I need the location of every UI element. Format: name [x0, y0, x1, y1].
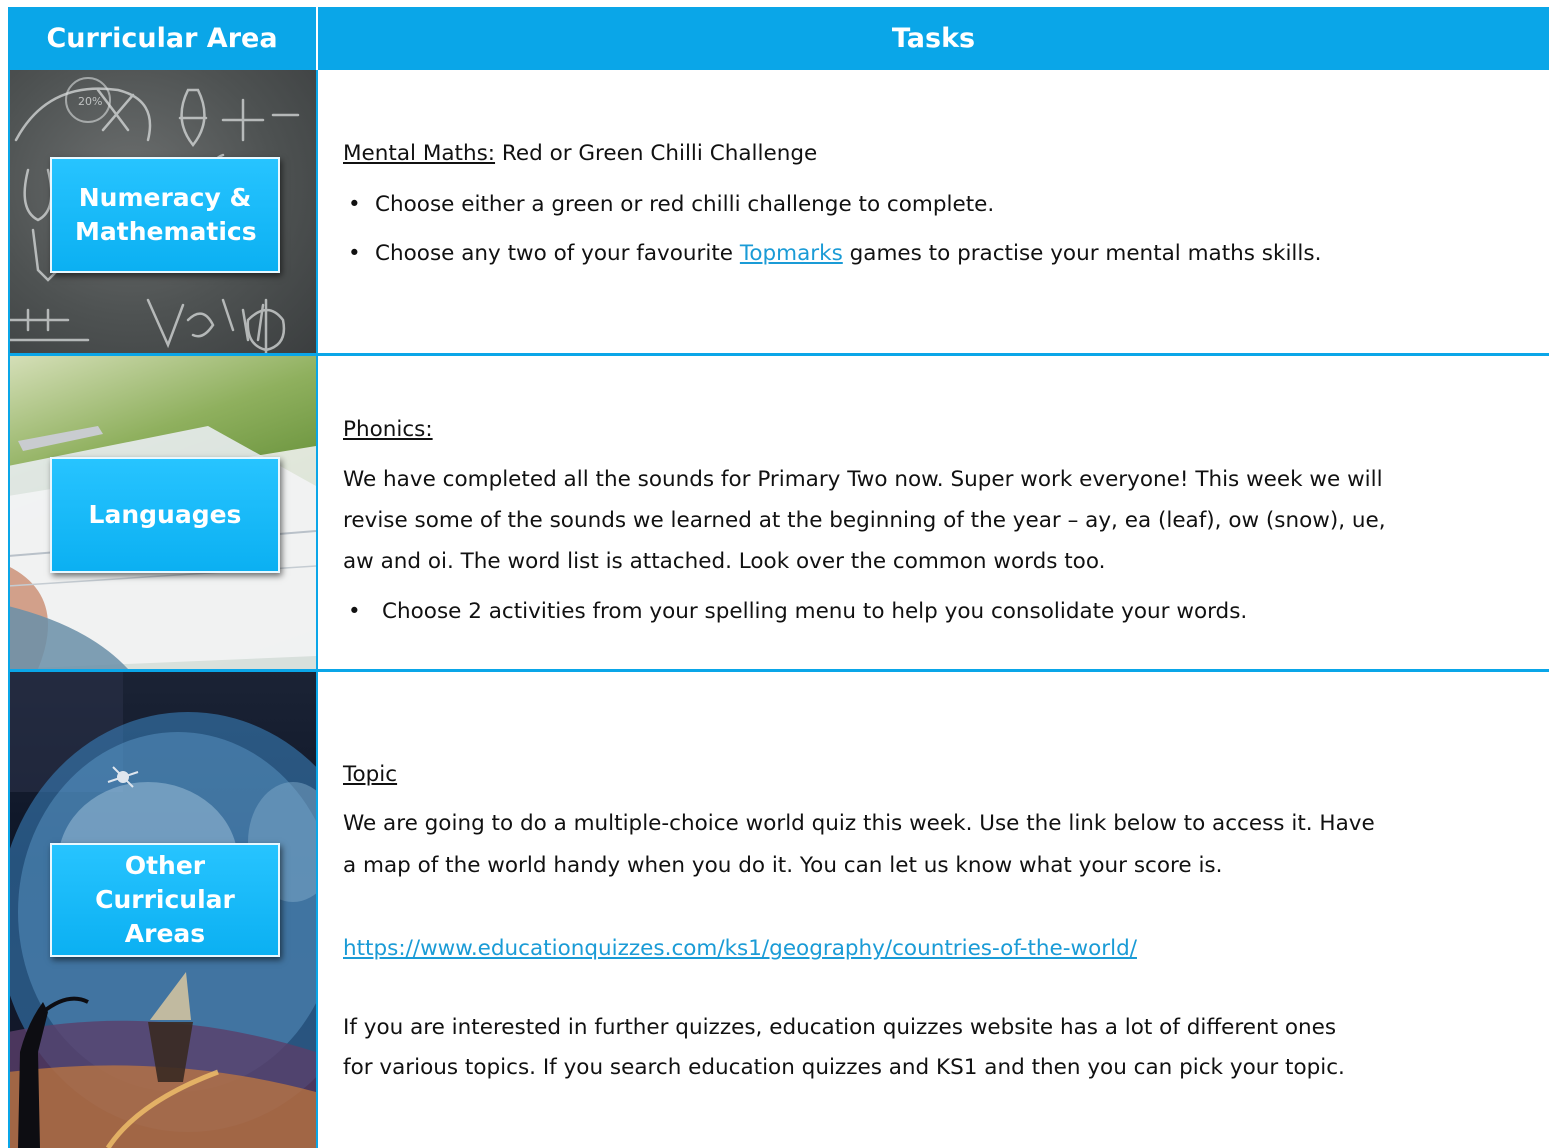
- space-globe-image: Other Curricular Areas: [8, 672, 316, 1148]
- curriculum-table: Curricular Area Tasks 20% Numeracy & Mat…: [8, 7, 1549, 1148]
- other-areas-tasks: Topic We are going to do a multiple-choi…: [318, 672, 1549, 1148]
- bullet-text: Choose either a green or red chilli chal…: [375, 192, 995, 217]
- phonics-paragraph-line: aw and oi. The word list is attached. Lo…: [343, 549, 1106, 574]
- mental-maths-label: Mental Maths:: [343, 141, 496, 166]
- phonics-paragraph-line: revise some of the sounds we learned at …: [343, 508, 1386, 533]
- chalkboard-image: 20% Numeracy & Mathematics: [8, 70, 316, 355]
- bullet-icon: •: [348, 599, 361, 624]
- label-languages-text: Languages: [88, 500, 242, 529]
- topmarks-link[interactable]: Topmarks: [740, 241, 843, 266]
- phonics-paragraph-line: We have completed all the sounds for Pri…: [343, 467, 1383, 492]
- numeracy-tasks: Mental Maths: Red or Green Chilli Challe…: [318, 70, 1549, 355]
- list-item: • Choose either a green or red chilli cha…: [348, 187, 995, 223]
- list-item: • Choose any two of your favourite Topmar…: [348, 236, 1322, 272]
- label-line: Other: [124, 851, 206, 880]
- quizzes-paragraph-line: for various topics. If you search educat…: [343, 1055, 1345, 1080]
- topic-paragraph-line: We are going to do a multiple-choice wor…: [343, 811, 1375, 836]
- topic-paragraph-line: a map of the world handy when you do it.…: [343, 853, 1223, 878]
- label-languages: Languages: [50, 457, 280, 573]
- label-other-areas-text: Other Curricular Areas: [95, 849, 235, 951]
- label-numeracy-text: Numeracy & Mathematics: [75, 183, 257, 246]
- row-other-areas: Other Curricular Areas Topic We are goin…: [8, 672, 1549, 1148]
- label-numeracy: Numeracy & Mathematics: [50, 157, 280, 273]
- label-other-areas: Other Curricular Areas: [50, 843, 280, 957]
- row-languages: Languages Phonics: We have completed all…: [8, 356, 1549, 669]
- reading-image: Languages: [8, 356, 316, 669]
- bullet-icon: •: [348, 241, 361, 266]
- phonics-heading: Phonics:: [343, 417, 433, 442]
- quiz-url-link[interactable]: https://www.educationquizzes.com/ks1/geo…: [343, 936, 1137, 961]
- header-curricular-area: Curricular Area: [8, 7, 318, 70]
- svg-text:20%: 20%: [78, 95, 102, 108]
- bullet-icon: •: [348, 192, 361, 217]
- header-tasks: Tasks: [318, 7, 1549, 70]
- topic-heading: Topic: [343, 762, 398, 787]
- label-line: Curricular: [95, 885, 235, 914]
- bullet-text: Choose 2 activities from your spelling m…: [382, 599, 1248, 624]
- bullet-text: Choose any two of your favourite: [375, 241, 740, 266]
- list-item: • Choose 2 activities from your spelling …: [348, 594, 1248, 630]
- mental-maths-heading: Mental Maths: Red or Green Chilli Challe…: [343, 136, 817, 172]
- quizzes-paragraph-line: If you are interested in further quizzes…: [343, 1015, 1337, 1040]
- mental-maths-title: Red or Green Chilli Challenge: [495, 141, 818, 166]
- label-line: Areas: [124, 919, 206, 948]
- table-left-border: [8, 7, 10, 1148]
- languages-tasks: Phonics: We have completed all the sound…: [318, 356, 1549, 669]
- bullet-text-rest: games to practise your mental maths skil…: [842, 241, 1322, 266]
- row-numeracy: 20% Numeracy & Mathematics Mental Maths:…: [8, 70, 1549, 355]
